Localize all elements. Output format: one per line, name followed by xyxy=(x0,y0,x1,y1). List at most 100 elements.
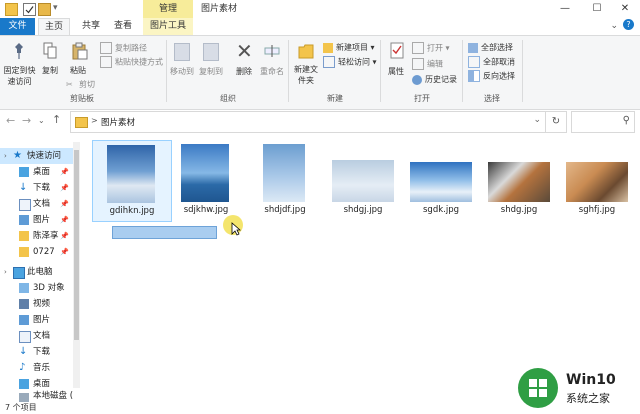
file-item[interactable]: shdg.jpg xyxy=(480,140,558,220)
folder-icon xyxy=(19,231,29,241)
cut-button[interactable]: ✂ 剪切 xyxy=(66,79,95,90)
paste-button[interactable]: 粘贴 xyxy=(68,65,88,76)
sidebar-item-videos[interactable]: 视频 xyxy=(0,296,76,312)
new-item-icon xyxy=(323,42,333,53)
sidebar-item-pictures[interactable]: 图片 📌 xyxy=(0,212,76,228)
copy-button[interactable]: 复制 xyxy=(40,65,60,76)
invert-selection-button[interactable]: 反向选择 xyxy=(468,70,515,82)
new-item-button[interactable]: 新建项目 ▾ xyxy=(323,42,375,53)
ribbon-collapse-icon[interactable]: ⌄ xyxy=(610,21,618,31)
sidebar-item-downloads[interactable]: ↓ 下载 📌 xyxy=(0,180,76,196)
maximize-button[interactable]: ☐ xyxy=(582,0,612,18)
folder-icon xyxy=(5,3,18,16)
rename-selection-box[interactable] xyxy=(112,226,217,239)
sidebar-item-music[interactable]: ♪ 音乐 xyxy=(0,360,76,376)
recent-locations-icon[interactable]: ⌄ xyxy=(38,116,45,125)
sidebar-item-local-disk[interactable]: 本地磁盘 ( xyxy=(0,390,76,402)
properties-check-icon[interactable] xyxy=(23,3,36,16)
pictures-icon xyxy=(19,215,29,225)
select-none-button[interactable]: 全部取消 xyxy=(468,56,515,68)
copy-path-icon xyxy=(100,42,112,54)
history-button[interactable]: 历史记录 xyxy=(412,74,457,85)
new-group-label: 新建 xyxy=(327,94,343,103)
sidebar-item-pc-downloads[interactable]: ↓ 下载 xyxy=(0,344,76,360)
delete-button[interactable]: 删除 xyxy=(234,66,254,77)
sidebar-item-pc-pictures[interactable]: 图片 xyxy=(0,312,76,328)
image-thumbnail xyxy=(488,162,550,202)
new-folder-quick-icon[interactable] xyxy=(38,3,51,16)
new-folder-button[interactable]: 新建文件夹 xyxy=(294,64,318,86)
sidebar-item-desktop[interactable]: 桌面 📌 xyxy=(0,164,76,180)
nav-quick-access[interactable]: › ★ 快速访问 xyxy=(0,148,76,164)
open-group-label: 打开 xyxy=(414,94,430,103)
pictures-icon xyxy=(19,315,29,325)
expand-chevron-icon[interactable]: › xyxy=(4,264,7,280)
properties-icon xyxy=(390,42,404,60)
select-all-icon xyxy=(468,42,478,53)
copy-to-button[interactable]: 复制到 xyxy=(197,66,225,77)
address-dropdown-icon[interactable]: ⌄ xyxy=(533,115,541,125)
sidebar-item-folder-2[interactable]: 0727 📌 xyxy=(0,244,76,260)
open-button[interactable]: 打开 ▾ xyxy=(412,42,450,54)
tab-picture-tools[interactable]: 图片工具 xyxy=(143,18,193,35)
search-input[interactable]: ⚲ xyxy=(571,111,635,133)
search-icon: ⚲ xyxy=(622,115,630,126)
file-item[interactable]: gdihkn.jpg xyxy=(92,140,172,222)
sidebar-item-pc-documents[interactable]: 文档 xyxy=(0,328,76,344)
move-to-icon xyxy=(174,43,190,61)
up-arrow-icon[interactable]: ↑ xyxy=(52,113,61,126)
file-name: shdjdf.jpg xyxy=(264,205,306,215)
pin-icon: 📌 xyxy=(60,200,69,208)
paste-shortcut-button[interactable]: 粘贴快捷方式 xyxy=(100,56,163,68)
refresh-icon[interactable]: ↻ xyxy=(545,111,567,133)
file-item[interactable]: shdjdf.jpg xyxy=(246,140,324,220)
sidebar-item-3d-objects[interactable]: 3D 对象 xyxy=(0,280,76,296)
tab-home[interactable]: 主页 xyxy=(38,18,70,35)
copy-path-button[interactable]: 复制路径 xyxy=(100,42,147,54)
sidebar-item-documents[interactable]: 文档 📌 xyxy=(0,196,76,212)
edit-icon xyxy=(412,58,424,70)
pin-quick-access-button[interactable]: 固定到快速访问 xyxy=(2,65,37,87)
breadcrumb-current-folder[interactable]: 图片素材 xyxy=(101,116,135,128)
ribbon xyxy=(0,35,640,110)
computer-icon xyxy=(13,267,25,279)
cube-icon xyxy=(19,283,29,293)
move-to-button[interactable]: 移动到 xyxy=(168,66,196,77)
edit-button[interactable]: 编辑 xyxy=(412,58,443,70)
image-thumbnail xyxy=(566,162,628,202)
help-icon[interactable]: ? xyxy=(623,19,634,30)
forward-arrow-icon[interactable]: → xyxy=(22,114,31,127)
window-title: 图片素材 xyxy=(201,4,238,14)
tab-file[interactable]: 文件 xyxy=(0,18,35,35)
pin-icon: 📌 xyxy=(60,248,69,256)
group-separator xyxy=(462,40,463,102)
tab-view[interactable]: 查看 xyxy=(108,18,138,35)
paste-icon xyxy=(72,42,88,60)
breadcrumb-separator: > xyxy=(91,116,98,125)
file-item[interactable]: sghfj.jpg xyxy=(558,140,636,220)
file-item[interactable]: sgdk.jpg xyxy=(402,140,480,220)
desktop-icon xyxy=(19,379,29,389)
invert-selection-icon xyxy=(468,70,480,82)
address-bar[interactable]: > 图片素材 ⌄ xyxy=(70,111,546,133)
tab-share[interactable]: 共享 xyxy=(76,18,106,35)
expand-chevron-icon[interactable]: › xyxy=(4,148,7,164)
nav-this-pc[interactable]: › 此电脑 xyxy=(0,264,76,280)
close-button[interactable]: ✕ xyxy=(610,0,640,18)
sidebar-item-folder-1[interactable]: 陈泽享 📌 xyxy=(0,228,76,244)
organize-group-label: 组织 xyxy=(220,94,236,103)
rename-button[interactable]: 重命名 xyxy=(258,66,286,77)
nav-scrollbar-thumb[interactable] xyxy=(74,150,79,340)
back-arrow-icon[interactable]: ← xyxy=(6,114,15,127)
properties-button[interactable]: 属性 xyxy=(386,66,406,77)
quick-access-dropdown-icon[interactable]: ▾ xyxy=(53,3,58,13)
file-item[interactable]: shdgj.jpg xyxy=(324,140,402,220)
easy-access-icon xyxy=(323,56,335,68)
pin-icon: 📌 xyxy=(60,216,69,224)
easy-access-button[interactable]: 轻松访问 ▾ xyxy=(323,56,377,68)
file-item[interactable]: sdjkhw.jpg xyxy=(167,140,245,220)
new-folder-icon xyxy=(298,42,314,60)
minimize-button[interactable]: — xyxy=(550,0,580,18)
select-all-button[interactable]: 全部选择 xyxy=(468,42,513,53)
file-name: shdgj.jpg xyxy=(343,205,383,215)
